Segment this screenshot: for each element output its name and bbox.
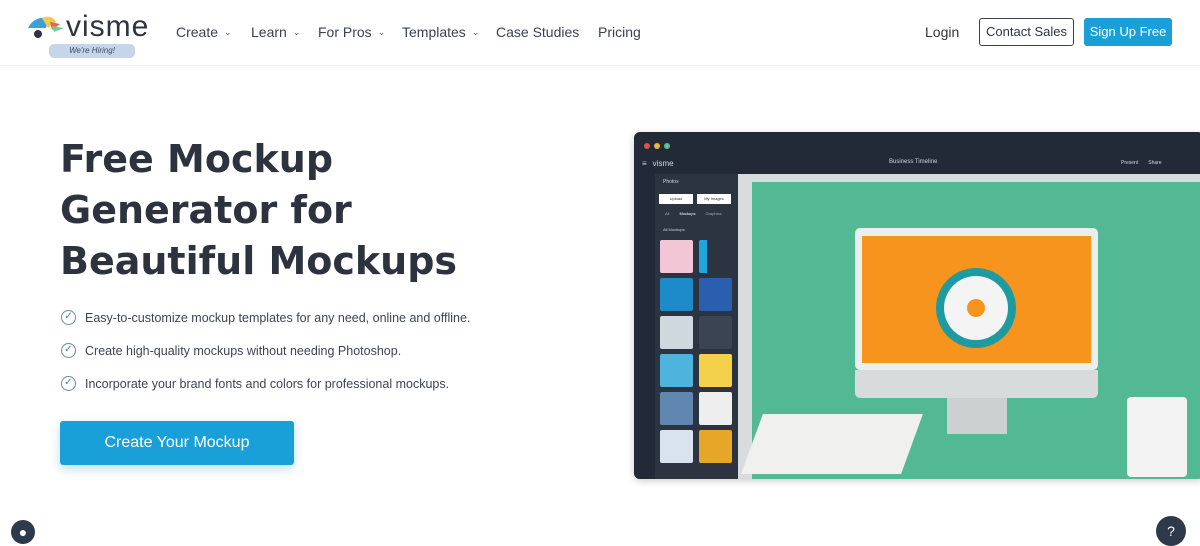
feature-text: Create high-quality mockups without need… [85, 343, 402, 358]
feature-item: ✓ Easy-to-customize mockup templates for … [61, 310, 470, 325]
my-images-button: My Images [697, 194, 731, 204]
feature-item: ✓ Create high-quality mockups without nee… [61, 343, 401, 358]
window-max-dot [664, 143, 670, 149]
cookie-settings-icon[interactable]: ● [11, 520, 35, 544]
top-nav: visme We're Hiring! Create ⌄ Learn ⌄ For P… [0, 0, 1200, 66]
upload-button: Upload [659, 194, 693, 204]
nav-label: For Pros [318, 24, 372, 40]
check-circle-icon: ✓ [61, 310, 76, 325]
feature-item: ✓ Incorporate your brand fonts and colors… [61, 376, 449, 391]
editor-canvas [738, 174, 1200, 479]
check-circle-icon: ✓ [61, 343, 76, 358]
editor-rail [634, 174, 655, 479]
hiring-badge[interactable]: We're Hiring! [49, 44, 135, 58]
sign-up-button[interactable]: Sign Up Free [1084, 18, 1172, 46]
nav-label: Learn [251, 24, 287, 40]
chevron-down-icon: ⌄ [377, 26, 386, 37]
nav-label: Templates [402, 24, 466, 40]
contact-sales-button[interactable]: Contact Sales [979, 18, 1074, 46]
login-link[interactable]: Login [925, 24, 959, 40]
create-mockup-button[interactable]: Create Your Mockup [60, 421, 294, 465]
app-logo: visme [652, 159, 674, 168]
tab: All [665, 211, 670, 216]
share-button: Share [1148, 160, 1162, 166]
feature-text: Easy-to-customize mockup templates for a… [85, 310, 471, 325]
nav-label: Case Studies [496, 24, 580, 40]
logo-text: visme [66, 10, 150, 43]
chevron-down-icon: ⌄ [224, 26, 232, 37]
window-close-dot [644, 143, 650, 149]
editor-preview-image: ≡ visme Business Timeline Present Share Ph… [634, 132, 1200, 479]
page-title: Free Mockup Generator for Beautiful Mock… [60, 137, 458, 283]
nav-label: Create [176, 24, 219, 40]
filter-select: All Mockups [663, 227, 685, 232]
editor-toolbar: ≡ visme [642, 159, 674, 168]
tab: Mockups [679, 211, 696, 216]
menu-icon: ≡ [642, 159, 647, 168]
nav-templates[interactable]: Templates ⌄ [402, 24, 479, 40]
mockup-scene [741, 182, 1200, 479]
nav-learn[interactable]: Learn ⌄ [251, 24, 300, 40]
nav-label: Pricing [598, 24, 641, 40]
nav-for-pros[interactable]: For Pros ⌄ [318, 24, 385, 40]
feature-text: Incorporate your brand fonts and colors … [85, 376, 450, 391]
editor-panel: Photos Upload My Images All Mockups Graphi… [655, 174, 738, 479]
present-button: Present [1121, 160, 1139, 166]
visme-logo[interactable]: visme We're Hiring! [26, 10, 148, 58]
doc-title: Business Timeline [889, 159, 938, 165]
nav-case-studies[interactable]: Case Studies [496, 24, 579, 40]
window-min-dot [654, 143, 660, 149]
panel-search: Photos [663, 179, 679, 185]
nav-create[interactable]: Create ⌄ [176, 24, 232, 40]
tab: Graphics [705, 211, 722, 216]
nav-pricing[interactable]: Pricing [598, 24, 641, 40]
chevron-down-icon: ⌄ [292, 26, 301, 37]
logo-mark-icon [28, 16, 64, 38]
help-button[interactable]: ? [1156, 516, 1186, 546]
check-circle-icon: ✓ [61, 376, 76, 391]
chevron-down-icon: ⌄ [471, 26, 480, 37]
